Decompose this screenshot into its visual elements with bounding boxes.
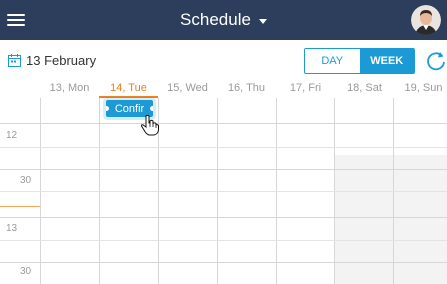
calendar-icon (8, 54, 21, 67)
week-view-button[interactable]: WEEK (359, 49, 414, 73)
event-title: Confir (114, 102, 145, 115)
day-column-header[interactable]: 18, Sat (335, 80, 394, 98)
week-day-header: 13, Mon 14, Tue 15, Wed 16, Thu 17, Fri 18, S… (40, 80, 447, 98)
view-toggle: DAY WEEK (304, 48, 415, 74)
day-column-header[interactable]: 17, Fri (276, 80, 335, 98)
page-title: Schedule (180, 10, 251, 29)
weekend-shading (334, 155, 447, 284)
event-chip[interactable]: Confir (106, 100, 153, 117)
day-view-button[interactable]: DAY (305, 49, 360, 73)
schedule-toolbar: 13 February DAY WEEK (0, 40, 447, 80)
current-date-label: 13 February (26, 53, 97, 68)
day-column-header[interactable]: 16, Thu (217, 80, 276, 98)
time-label: 12 (6, 130, 18, 141)
user-avatar[interactable] (411, 5, 441, 35)
drag-handle-right[interactable] (150, 106, 153, 111)
day-column-header[interactable]: 15, Wed (158, 80, 217, 98)
time-label: 13 (6, 223, 18, 234)
current-time-line (0, 206, 40, 207)
hamburger-menu-icon[interactable] (4, 8, 28, 32)
time-label: 30 (20, 175, 32, 186)
day-column-header[interactable]: 19, Sun (394, 80, 447, 98)
day-column-header[interactable]: 13, Mon (40, 80, 99, 98)
date-picker[interactable]: 13 February (8, 53, 96, 68)
chevron-down-icon (258, 18, 267, 24)
day-column-header[interactable]: 14, Tue (99, 80, 158, 98)
drag-handle-left[interactable] (106, 106, 109, 111)
schedule-app: Schedule 13 February DAY WEEK 13, Mon 14… (0, 0, 447, 284)
schedule-grid[interactable]: 12 30 13 30 (0, 98, 447, 284)
refresh-icon[interactable] (425, 50, 447, 72)
top-bar: Schedule (0, 0, 447, 40)
schedule-title-dropdown[interactable]: Schedule (180, 10, 267, 30)
time-label: 30 (20, 266, 32, 277)
